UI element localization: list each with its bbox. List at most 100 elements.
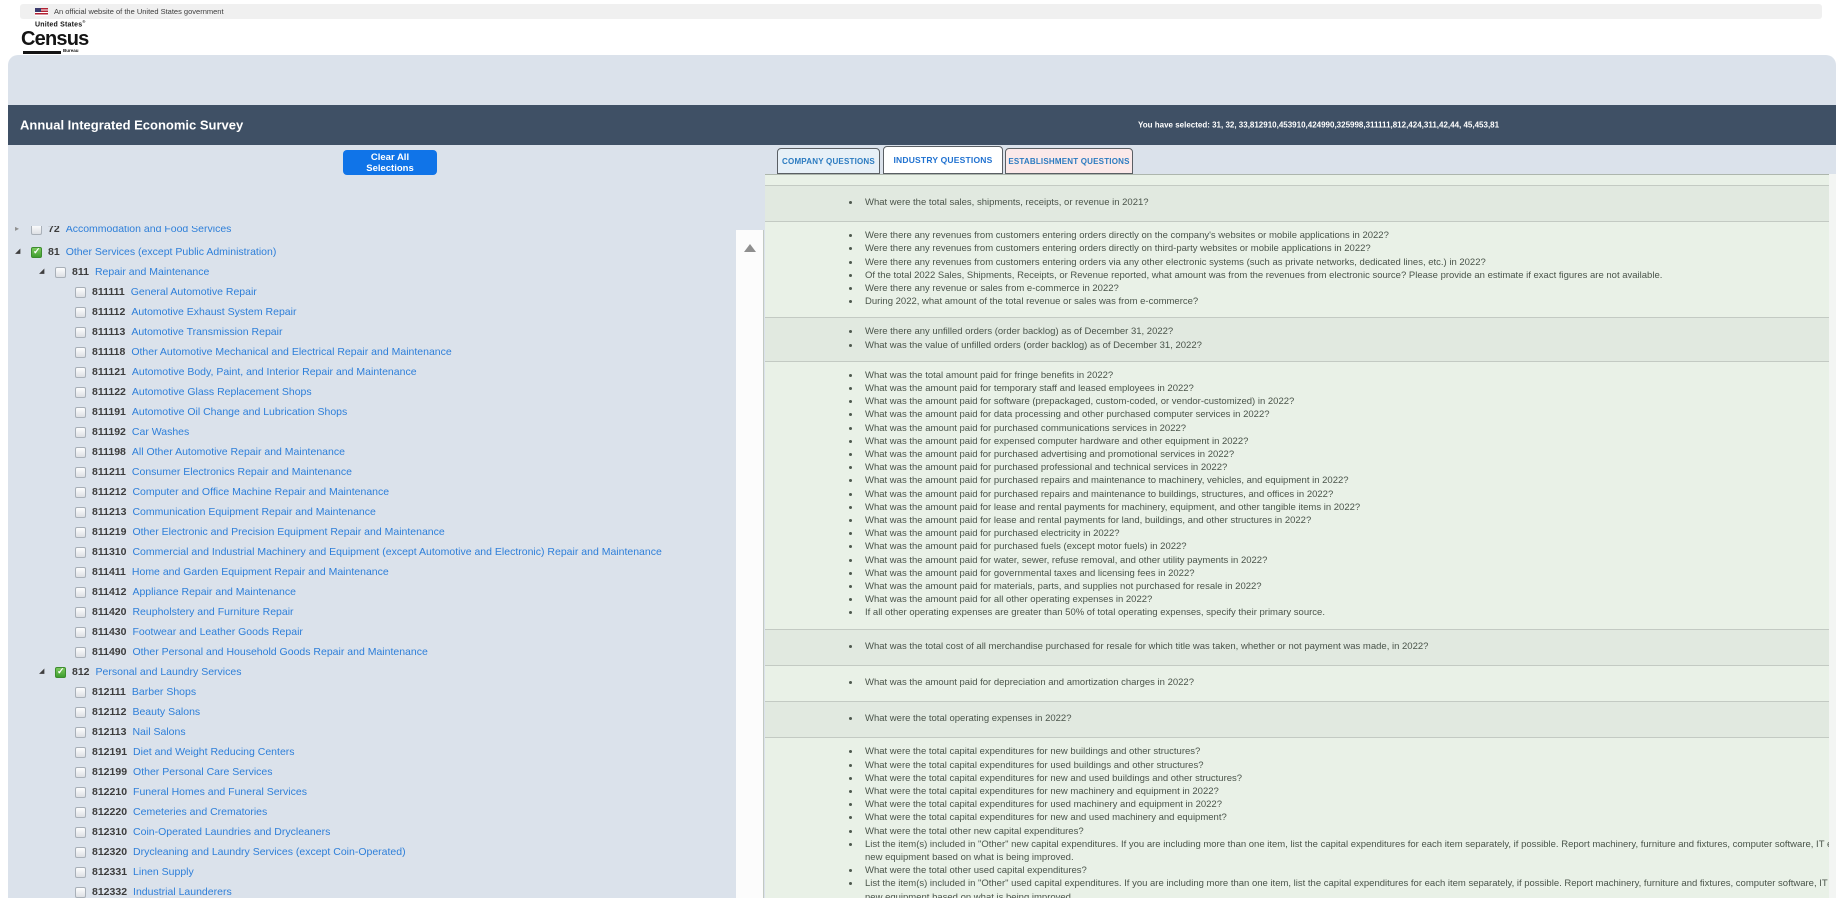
naics-link-811412[interactable]: Appliance Repair and Maintenance [132,586,295,598]
tree-item-811112[interactable]: 811112Automotive Exhaust System Repair [8,302,736,322]
checkbox-811192[interactable] [75,427,86,438]
checkbox-811213[interactable] [75,507,86,518]
checkbox-812320[interactable] [75,847,86,858]
naics-link-811192[interactable]: Car Washes [132,426,189,438]
checkbox-811430[interactable] [75,627,86,638]
scroll-up-arrow-icon[interactable] [744,244,756,252]
checkbox-812310[interactable] [75,827,86,838]
tree-item-811490[interactable]: 811490Other Personal and Household Goods… [8,642,736,662]
naics-link-812210[interactable]: Funeral Homes and Funeral Services [133,786,307,798]
checkbox-811121[interactable] [75,367,86,378]
tree-item-811219[interactable]: 811219Other Electronic and Precision Equ… [8,522,736,542]
tree-item-811118[interactable]: 811118Other Automotive Mechanical and El… [8,342,736,362]
tree-item-811412[interactable]: 811412Appliance Repair and Maintenance [8,582,736,602]
checkbox-812191[interactable] [75,747,86,758]
checkbox-811310[interactable] [75,547,86,558]
checkbox-811198[interactable] [75,447,86,458]
tree-item-812332[interactable]: 812332Industrial Launderers [8,882,736,898]
tree-item-81[interactable]: ◢✓81Other Services (except Public Admini… [8,242,736,262]
collapse-icon[interactable]: ◢ [39,662,55,682]
naics-link-81[interactable]: Other Services (except Public Administra… [66,246,277,258]
checkbox-812331[interactable] [75,867,86,878]
naics-link-811198[interactable]: All Other Automotive Repair and Maintena… [132,446,345,458]
tree-item-812113[interactable]: 812113Nail Salons [8,722,736,742]
clear-all-selections-button[interactable]: Clear All Selections [343,150,437,175]
naics-link-812220[interactable]: Cemeteries and Crematories [133,806,267,818]
tree-item-812111[interactable]: 812111Barber Shops [8,682,736,702]
naics-link-811490[interactable]: Other Personal and Household Goods Repai… [132,646,427,658]
checkbox-812[interactable]: ✓ [55,667,66,678]
tree-item-811111[interactable]: 811111General Automotive Repair [8,282,736,302]
naics-link-811113[interactable]: Automotive Transmission Repair [131,326,282,338]
tree-item-811310[interactable]: 811310Commercial and Industrial Machiner… [8,542,736,562]
naics-link-812332[interactable]: Industrial Launderers [133,886,232,898]
tree-item-812310[interactable]: 812310Coin-Operated Laundries and Drycle… [8,822,736,842]
checkbox-811211[interactable] [75,467,86,478]
checkbox-811490[interactable] [75,647,86,658]
naics-link-811411[interactable]: Home and Garden Equipment Repair and Mai… [132,566,389,578]
naics-link-811310[interactable]: Commercial and Industrial Machinery and … [132,546,661,558]
tree-item-811420[interactable]: 811420Reupholstery and Furniture Repair [8,602,736,622]
tree-item-811198[interactable]: 811198All Other Automotive Repair and Ma… [8,442,736,462]
tree-item-811191[interactable]: 811191Automotive Oil Change and Lubricat… [8,402,736,422]
naics-link-812320[interactable]: Drycleaning and Laundry Services (except… [133,846,406,858]
tree-item-811213[interactable]: 811213Communication Equipment Repair and… [8,502,736,522]
checkbox-811219[interactable] [75,527,86,538]
naics-link-811191[interactable]: Automotive Oil Change and Lubrication Sh… [132,406,347,418]
naics-link-812[interactable]: Personal and Laundry Services [96,666,242,678]
checkbox-812112[interactable] [75,707,86,718]
tree-item-811212[interactable]: 811212Computer and Office Machine Repair… [8,482,736,502]
naics-link-811213[interactable]: Communication Equipment Repair and Maint… [132,506,375,518]
checkbox-811[interactable] [55,267,66,278]
naics-link-812112[interactable]: Beauty Salons [132,706,200,718]
tree-item-811113[interactable]: 811113Automotive Transmission Repair [8,322,736,342]
naics-link-812111[interactable]: Barber Shops [132,686,196,698]
tree-item-811[interactable]: ◢811Repair and Maintenance [8,262,736,282]
tree-item-811122[interactable]: 811122Automotive Glass Replacement Shops [8,382,736,402]
naics-link-811212[interactable]: Computer and Office Machine Repair and M… [132,486,389,498]
naics-link-811121[interactable]: Automotive Body, Paint, and Interior Rep… [132,366,417,378]
checkbox-812199[interactable] [75,767,86,778]
tree-item-811411[interactable]: 811411Home and Garden Equipment Repair a… [8,562,736,582]
checkbox-811411[interactable] [75,567,86,578]
tree-item-812331[interactable]: 812331Linen Supply [8,862,736,882]
naics-link-812113[interactable]: Nail Salons [132,726,185,738]
naics-link-812310[interactable]: Coin-Operated Laundries and Drycleaners [133,826,330,838]
naics-link-811211[interactable]: Consumer Electronics Repair and Maintena… [132,466,352,478]
naics-link-811420[interactable]: Reupholstery and Furniture Repair [132,606,293,618]
tab-company-questions[interactable]: COMPANY QUESTIONS [777,148,880,174]
checkbox-812332[interactable] [75,887,86,898]
checkbox-812111[interactable] [75,687,86,698]
tree-item-811211[interactable]: 811211Consumer Electronics Repair and Ma… [8,462,736,482]
tree-item-812210[interactable]: 812210Funeral Homes and Funeral Services [8,782,736,802]
naics-link-811118[interactable]: Other Automotive Mechanical and Electric… [131,346,451,358]
tab-industry-questions[interactable]: INDUSTRY QUESTIONS [883,146,1003,174]
checkbox-812113[interactable] [75,727,86,738]
tree-scrollbar[interactable] [736,230,764,898]
naics-link-811111[interactable]: General Automotive Repair [131,286,257,298]
checkbox-811118[interactable] [75,347,86,358]
collapse-icon[interactable]: ◢ [15,242,31,262]
tree-item-812[interactable]: ◢✓812Personal and Laundry Services [8,662,736,682]
naics-link-811430[interactable]: Footwear and Leather Goods Repair [132,626,302,638]
naics-link-811[interactable]: Repair and Maintenance [95,266,209,278]
naics-link-812199[interactable]: Other Personal Care Services [133,766,272,778]
naics-link-811112[interactable]: Automotive Exhaust System Repair [131,306,296,318]
checkbox-81[interactable]: ✓ [31,247,42,258]
checkbox-811113[interactable] [75,327,86,338]
tree-item-812320[interactable]: 812320Drycleaning and Laundry Services (… [8,842,736,862]
tree-item-811121[interactable]: 811121Automotive Body, Paint, and Interi… [8,362,736,382]
naics-link-812331[interactable]: Linen Supply [133,866,194,878]
checkbox-812220[interactable] [75,807,86,818]
collapse-icon[interactable]: ◢ [39,262,55,282]
checkbox-811212[interactable] [75,487,86,498]
checkbox-811122[interactable] [75,387,86,398]
tree-item-811192[interactable]: 811192Car Washes [8,422,736,442]
checkbox-811412[interactable] [75,587,86,598]
checkbox-811112[interactable] [75,307,86,318]
page-scrollbar[interactable] [1829,174,1836,898]
naics-link-811219[interactable]: Other Electronic and Precision Equipment… [132,526,444,538]
tree-item-812191[interactable]: 812191Diet and Weight Reducing Centers [8,742,736,762]
tree-item-812112[interactable]: 812112Beauty Salons [8,702,736,722]
checkbox-811111[interactable] [75,287,86,298]
